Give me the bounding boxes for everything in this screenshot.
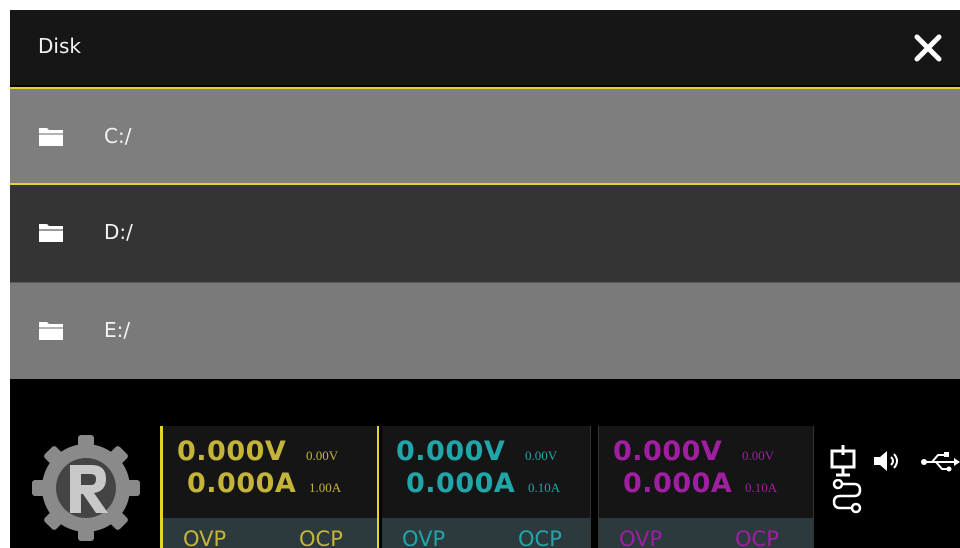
ch1-ovp-label: OVP [183, 527, 227, 548]
disk-label: C:/ [104, 124, 132, 148]
sequence-icon[interactable] [832, 479, 862, 515]
ch3-protection-bar: OVP OCP [599, 518, 813, 548]
ch1-protection-bar: OVP OCP [163, 518, 377, 548]
ch3-current-setpoint: 0.10A [745, 480, 778, 495]
ch2-ocp-label: OCP [518, 527, 562, 548]
disk-label: E:/ [104, 318, 131, 342]
ch2-protection-bar: OVP OCP [382, 518, 590, 548]
close-icon [914, 34, 942, 62]
ch1-ocp-label: OCP [299, 527, 343, 548]
ch3-ocp-label: OCP [735, 527, 779, 548]
channel-3-panel[interactable]: 0.000V 0.00V 0.000A 0.10A OVP OCP [598, 426, 814, 548]
usb-icon[interactable] [920, 451, 960, 473]
ch1-current-reading: 0.000A [187, 468, 297, 499]
ch3-voltage-setpoint: 0.00V [742, 448, 775, 463]
folder-icon [39, 322, 63, 340]
ch2-current-reading: 0.000A [406, 468, 516, 499]
status-bar: 0.000V 0.00V 0.000A 1.00A OVP OCP 0.000V… [10, 415, 960, 548]
folder-icon [39, 128, 63, 146]
window-title: Disk [38, 34, 81, 58]
disk-item-c[interactable]: C:/ [10, 87, 960, 185]
channel-1-panel[interactable]: 0.000V 0.00V 0.000A 1.00A OVP OCP [160, 426, 379, 548]
ch3-current-reading: 0.000A [623, 468, 733, 499]
screen: Disk C:/ D:/ E:/ 0.000V 0.00V 0.000A 1.0… [10, 10, 960, 548]
folder-icon [39, 224, 63, 242]
ch3-voltage-reading: 0.000V [613, 436, 723, 467]
disk-label: D:/ [104, 220, 133, 244]
network-icon[interactable] [828, 445, 862, 479]
close-button[interactable] [908, 28, 948, 68]
ch3-ovp-label: OVP [619, 527, 663, 548]
brand-logo-gear[interactable] [26, 429, 146, 547]
title-bar: Disk [10, 10, 960, 85]
speaker-icon[interactable] [872, 449, 906, 473]
ch2-ovp-label: OVP [402, 527, 446, 548]
ch1-voltage-setpoint: 0.00V [306, 448, 339, 463]
disk-item-d[interactable]: D:/ [10, 185, 960, 283]
ch1-current-setpoint: 1.00A [309, 480, 342, 495]
channel-2-panel[interactable]: 0.000V 0.00V 0.000A 0.10A OVP OCP [382, 426, 591, 548]
system-status-icons [828, 445, 960, 515]
disk-item-e[interactable]: E:/ [10, 283, 960, 379]
ch2-voltage-reading: 0.000V [396, 436, 506, 467]
ch2-current-setpoint: 0.10A [528, 480, 561, 495]
ch2-voltage-setpoint: 0.00V [525, 448, 558, 463]
ch1-voltage-reading: 0.000V [177, 436, 287, 467]
